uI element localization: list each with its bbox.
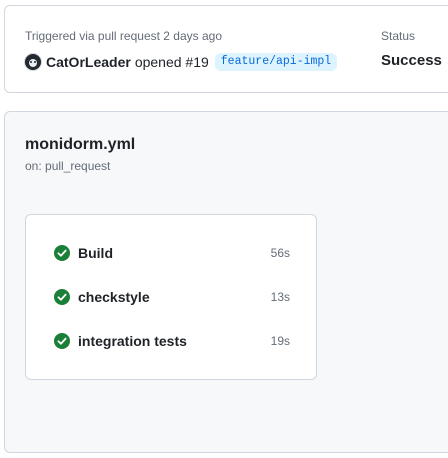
avatar[interactable] <box>25 54 41 70</box>
check-circle-icon <box>54 289 70 305</box>
branch-badge[interactable]: feature/api-impl <box>214 53 338 71</box>
job-name: integration tests <box>78 333 187 349</box>
workflow-file-name[interactable]: monidorm.yml <box>25 136 135 154</box>
pull-request-action[interactable]: opened #19 <box>135 54 209 70</box>
avatar-eye-left <box>30 61 32 63</box>
job-row-build[interactable]: Build 56s <box>54 243 290 263</box>
check-circle-icon <box>54 245 70 261</box>
job-name: checkstyle <box>78 289 150 305</box>
job-name: Build <box>78 245 113 261</box>
job-row-checkstyle[interactable]: checkstyle 13s <box>54 287 290 307</box>
workflow-run-page: Triggered via pull request 2 days ago Ca… <box>0 0 448 458</box>
workflow-graph-panel: monidorm.yml on: pull_request Build 56s … <box>4 111 448 453</box>
trigger-text: Triggered via pull request 2 days ago <box>25 29 223 43</box>
workflow-trigger: on: pull_request <box>25 159 111 173</box>
job-row-integration-tests[interactable]: integration tests 19s <box>54 331 290 351</box>
actor-row: CatOrLeader opened #19 feature/api-impl <box>25 52 338 72</box>
run-summary-card: Triggered via pull request 2 days ago Ca… <box>4 5 448 93</box>
avatar-eye-right <box>34 61 36 63</box>
check-circle-icon <box>54 333 70 349</box>
job-duration: 56s <box>270 246 290 260</box>
jobs-card: Build 56s checkstyle 13s integration tes… <box>25 214 317 380</box>
status-value: Success <box>381 52 442 69</box>
status-label: Status <box>381 29 416 43</box>
actor-link[interactable]: CatOrLeader <box>46 54 131 70</box>
job-duration: 19s <box>270 334 290 348</box>
job-duration: 13s <box>270 290 290 304</box>
